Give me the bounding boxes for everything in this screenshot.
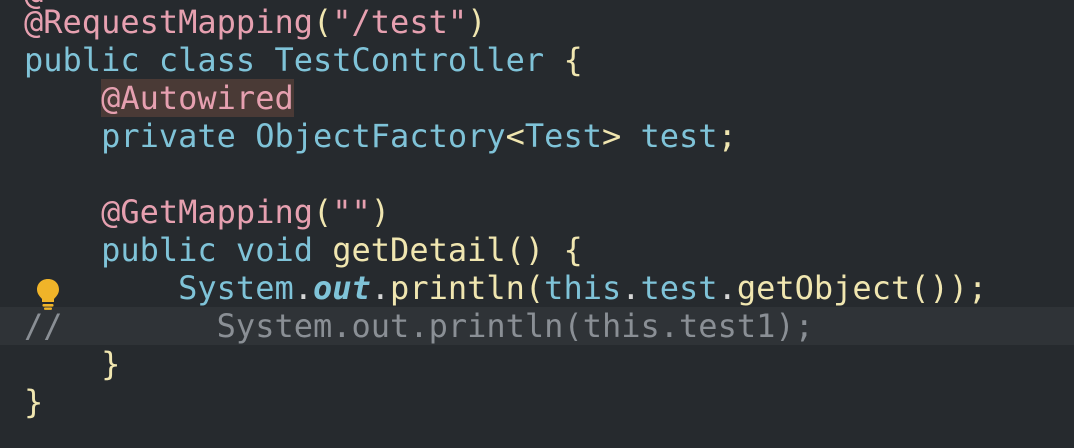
code-token: >	[601, 117, 622, 155]
code-token: )	[467, 3, 487, 41]
code-token: Test	[524, 117, 602, 155]
code-token: ""	[332, 193, 371, 231]
code-line-text: @Autowired	[24, 79, 294, 117]
code-line[interactable]: @GetMapping("")	[0, 193, 1074, 231]
code-line-text: public void getDetail() {	[24, 231, 583, 269]
code-line-text: @RequestMapping("/test")	[24, 3, 486, 41]
code-line-text: }	[24, 383, 43, 421]
code-token: ());	[910, 269, 988, 307]
code-line-text: @GetMapping("")	[24, 193, 390, 231]
code-line[interactable]: public void getDetail() {	[0, 231, 1074, 269]
code-token: ObjectFactory	[255, 117, 506, 155]
code-token: .	[621, 269, 641, 307]
lightbulb-glass	[37, 279, 59, 302]
code-line-text: System.out.println(this.test.getObject()…	[24, 269, 987, 307]
code-token: getObject	[736, 269, 911, 307]
code-token: @GetMapping	[101, 193, 313, 231]
code-line[interactable]: private ObjectFactory<Test> test;	[0, 117, 1074, 155]
code-token: public	[101, 231, 217, 269]
code-token: "/test"	[332, 3, 468, 41]
code-line[interactable]: @Autowired	[0, 79, 1074, 117]
lightbulb-base	[42, 304, 54, 307]
code-token: // System.out.println(this.test1);	[24, 307, 814, 345]
code-token: ;	[717, 117, 737, 155]
code-line[interactable]: }	[0, 345, 1074, 383]
lightbulb-icon[interactable]	[34, 277, 62, 311]
code-line[interactable]: @RequestMapping("/test")	[0, 3, 1074, 41]
code-token: void	[235, 231, 313, 269]
code-token: println	[390, 269, 525, 307]
code-token: (	[524, 269, 545, 307]
code-editor[interactable]: @ @RequestMapping("/test")public class T…	[0, 0, 1074, 448]
code-token: out	[312, 269, 371, 307]
code-token: @Autowired	[101, 79, 294, 117]
code-token: System	[178, 269, 294, 307]
code-token: test	[640, 269, 718, 307]
code-line-current[interactable]: // System.out.println(this.test1);	[0, 307, 1074, 345]
code-token: (	[312, 193, 333, 231]
code-token: TestController	[274, 41, 545, 79]
code-token: {	[563, 231, 583, 269]
code-token: .	[370, 269, 391, 307]
code-token: (	[312, 3, 333, 41]
code-token: test	[640, 117, 718, 155]
code-token: class	[158, 41, 256, 79]
code-token: {	[563, 41, 583, 79]
code-token: )	[370, 193, 391, 231]
code-token: @RequestMapping	[24, 3, 313, 41]
lightbulb-tip	[44, 307, 52, 310]
code-line[interactable]: public class TestController {	[0, 41, 1074, 79]
code-line-text: }	[24, 345, 120, 383]
code-line-text: public class TestController {	[24, 41, 583, 79]
code-line[interactable]: System.out.println(this.test.getObject()…	[0, 269, 1074, 307]
code-token: getDetail	[332, 231, 506, 269]
code-token: <	[505, 117, 525, 155]
code-token: this	[544, 269, 622, 307]
code-token: }	[24, 383, 44, 421]
code-line[interactable]	[0, 155, 1074, 193]
code-token: private	[101, 117, 236, 155]
code-line-text: private ObjectFactory<Test> test;	[24, 117, 737, 155]
code-token: ()	[505, 231, 545, 269]
code-line-text: // System.out.println(this.test1);	[24, 307, 814, 345]
code-token: .	[717, 269, 737, 307]
code-line[interactable]: }	[0, 383, 1074, 421]
code-token: .	[293, 269, 313, 307]
code-token: }	[101, 345, 121, 383]
code-token: public	[24, 41, 140, 79]
